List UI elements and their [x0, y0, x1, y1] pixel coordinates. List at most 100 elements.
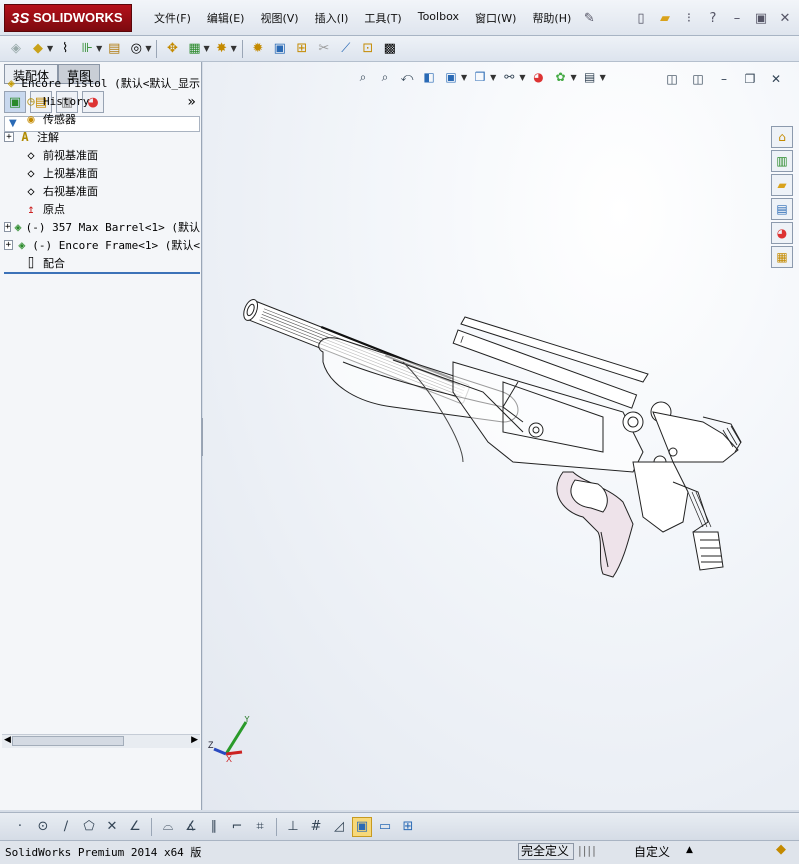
arc-icon[interactable]: ⌓ — [158, 817, 178, 837]
expand-toggle-icon[interactable]: + — [4, 240, 13, 250]
menu-toolbox[interactable]: Toolbox — [410, 8, 467, 30]
point-icon[interactable]: · — [10, 817, 30, 837]
construction-icon[interactable]: ⌗ — [250, 817, 270, 837]
tree-item-right-plane[interactable]: ◇ 右视基准面 — [4, 182, 200, 200]
tree-item-history[interactable]: ◷ History — [4, 92, 200, 110]
3d-box-icon[interactable]: ▣ — [352, 816, 372, 837]
dimension-icon[interactable]: ⊥ — [283, 817, 303, 837]
view-palette-icon[interactable]: ▤ — [771, 198, 793, 220]
expand-toggle-icon[interactable]: + — [4, 132, 14, 142]
interference-detection-icon[interactable]: ⟋ — [336, 39, 356, 59]
split-vertical-icon[interactable]: ◫ — [689, 70, 707, 88]
tree-item-top-plane[interactable]: ◇ 上视基准面 — [4, 164, 200, 182]
assembly-features-icon[interactable]: ✸ — [212, 39, 232, 59]
tree-item-frame[interactable]: + ◈ (-) Encore Frame<1> (默认< — [4, 236, 200, 254]
minimize-icon[interactable]: – — [727, 8, 747, 28]
dropdown-arrow-icon[interactable]: ▼ — [600, 73, 606, 82]
polygon-icon[interactable]: ⬠ — [79, 817, 99, 837]
component-pattern-icon[interactable]: ▤ — [104, 39, 124, 59]
menu-insert[interactable]: 插入(I) — [307, 8, 357, 30]
dropdown-arrow-icon[interactable]: ▼ — [47, 44, 53, 53]
edit-appearance-icon[interactable]: ◕ — [529, 68, 547, 86]
tree-item-annotations[interactable]: + A 注解 — [4, 128, 200, 146]
dropdown-arrow-icon[interactable]: ▼ — [461, 73, 467, 82]
insert-component-icon[interactable]: ◈ — [6, 39, 26, 59]
dropdown-arrow-icon[interactable]: ▼ — [231, 44, 237, 53]
file-explorer-icon[interactable]: ▰ — [771, 174, 793, 196]
tangent-icon[interactable]: ∡ — [181, 817, 201, 837]
menu-window[interactable]: 窗口(W) — [467, 8, 524, 30]
dropdown-arrow-icon[interactable]: ▼ — [203, 44, 209, 53]
menu-help[interactable]: 帮助(H) — [524, 8, 579, 30]
view-settings-icon[interactable]: ▤ — [581, 68, 599, 86]
perpendicular-icon[interactable]: ⌐ — [227, 817, 247, 837]
scroll-left-icon[interactable]: ◀ — [4, 735, 11, 745]
rollback-bar[interactable] — [4, 272, 200, 274]
expand-toggle-icon[interactable]: + — [4, 222, 12, 232]
mate-icon[interactable]: ⊪ — [77, 39, 97, 59]
pistol-model[interactable] — [203, 62, 799, 810]
bill-of-materials-icon[interactable]: ⊞ — [292, 39, 312, 59]
scrollbar-thumb[interactable] — [12, 736, 124, 746]
design-library-icon[interactable]: ▥ — [771, 150, 793, 172]
tree-item-sensors[interactable]: ◉ 传感器 — [4, 110, 200, 128]
caret-up-icon[interactable]: ▲ — [686, 845, 693, 855]
options-icon[interactable]: ⁝ — [679, 8, 699, 28]
paperclip-icon[interactable]: ⌇ — [55, 39, 75, 59]
hide-show-items-icon[interactable]: ⚯ — [500, 68, 518, 86]
grid-icon[interactable]: # — [306, 817, 326, 837]
zoom-to-fit-icon[interactable]: ⌕ — [354, 68, 372, 86]
section-view-icon[interactable]: ◧ — [420, 68, 438, 86]
smart-fastener-icon[interactable]: ◎ — [126, 39, 146, 59]
tree-item-mates[interactable]: ⌷ 配合 — [4, 254, 200, 272]
dropdown-arrow-icon[interactable]: ▼ — [570, 73, 576, 82]
viewport-minimize-icon[interactable]: – — [715, 70, 733, 88]
zoom-to-area-icon[interactable]: ⌕ — [376, 68, 394, 86]
menu-tools[interactable]: 工具(T) — [356, 8, 409, 30]
previous-view-icon[interactable]: ⤺ — [398, 68, 416, 86]
reference-geometry-icon[interactable]: ✹ — [248, 39, 268, 59]
scroll-right-icon[interactable]: ▶ — [191, 735, 198, 745]
tag-icon[interactable]: ◆ — [776, 842, 786, 857]
help-icon[interactable]: ? — [703, 8, 723, 28]
single-view-icon[interactable]: ▭ — [375, 817, 395, 837]
tree-item-root[interactable]: ◈ Encore Pistol (默认<默认_显示 — [4, 74, 200, 92]
parallel-icon[interactable]: ∥ — [204, 817, 224, 837]
custom-properties-icon[interactable]: ▦ — [771, 246, 793, 268]
dropdown-arrow-icon[interactable]: ▼ — [490, 73, 496, 82]
display-style-icon[interactable]: ❒ — [471, 68, 489, 86]
tree-item-front-plane[interactable]: ◇ 前视基准面 — [4, 146, 200, 164]
instant3d-icon[interactable]: ▩ — [380, 39, 400, 59]
new-part-icon[interactable]: ◆ — [28, 39, 48, 59]
apply-scene-icon[interactable]: ✿ — [551, 68, 569, 86]
menu-view[interactable]: 视图(V) — [252, 8, 306, 30]
circle-icon[interactable]: ⊙ — [33, 817, 53, 837]
trim-icon[interactable]: ✕ — [102, 817, 122, 837]
tree-item-barrel[interactable]: + ◈ (-) 357 Max Barrel<1> (默认 — [4, 218, 200, 236]
four-view-icon[interactable]: ⊞ — [398, 817, 418, 837]
angle-icon[interactable]: ∠ — [125, 817, 145, 837]
appearances-icon[interactable]: ◕ — [771, 222, 793, 244]
view-orientation-icon[interactable]: ▣ — [442, 68, 460, 86]
close-icon[interactable]: ✕ — [775, 8, 795, 28]
viewport-close-icon[interactable]: ✕ — [767, 70, 785, 88]
graphics-area[interactable] — [203, 62, 799, 810]
move-component-icon[interactable]: ✥ — [162, 39, 182, 59]
plane-angle-icon[interactable]: ◿ — [329, 817, 349, 837]
home-icon[interactable]: ⌂ — [771, 126, 793, 148]
clearance-verification-icon[interactable]: ⊡ — [358, 39, 378, 59]
show-hidden-icon[interactable]: ▦ — [184, 39, 204, 59]
exploded-view-icon[interactable]: ✂ — [314, 39, 334, 59]
new-document-icon[interactable]: ▯ — [631, 8, 651, 28]
open-document-icon[interactable]: ▰ — [655, 8, 675, 28]
status-custom-units[interactable]: 自定义 — [634, 843, 670, 860]
pin-icon[interactable]: ✎ — [579, 8, 599, 28]
menu-edit[interactable]: 编辑(E) — [199, 8, 253, 30]
dropdown-arrow-icon[interactable]: ▼ — [519, 73, 525, 82]
split-horizontal-icon[interactable]: ◫ — [663, 70, 681, 88]
solidworks-logo[interactable]: 3S SOLIDWORKS — [4, 4, 132, 32]
menu-file[interactable]: 文件(F) — [146, 8, 199, 30]
tree-item-origin[interactable]: ↥ 原点 — [4, 200, 200, 218]
dropdown-arrow-icon[interactable]: ▼ — [96, 44, 102, 53]
line-icon[interactable]: ∕ — [56, 817, 76, 837]
